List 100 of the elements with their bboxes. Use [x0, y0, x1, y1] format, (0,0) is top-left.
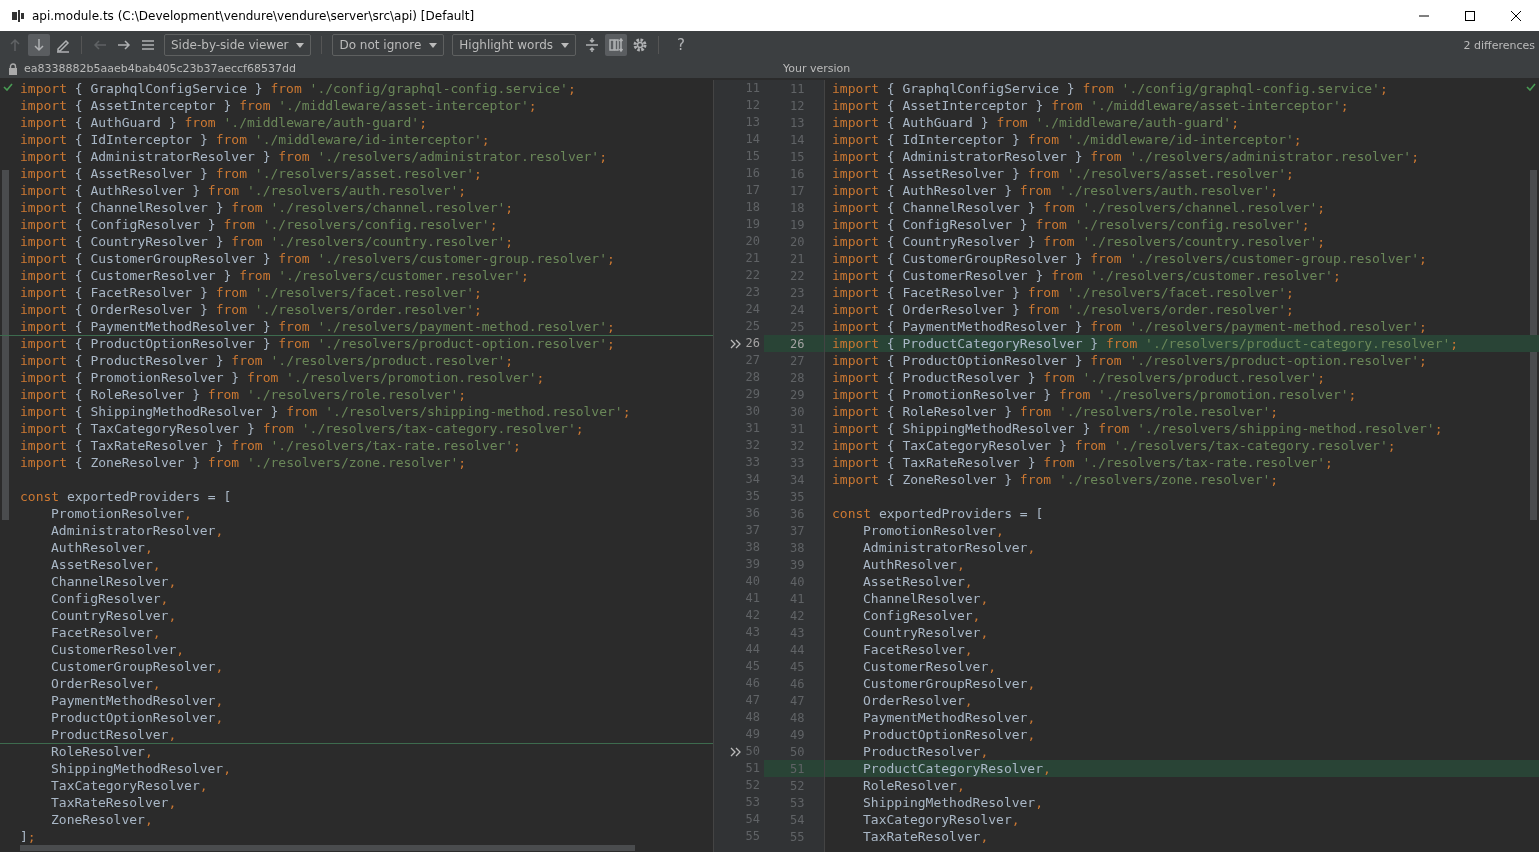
double-chevron-icon[interactable] — [729, 338, 741, 349]
side-by-side-icon — [608, 37, 625, 53]
code-line: import { AdministratorResolver } from './resolvers/administrator.resolver'; — [20, 149, 608, 164]
code-line: import { PromotionResolver } from './resolvers/promotion.resolver'; — [20, 370, 545, 385]
code-line: import { CountryResolver } from './resolvers/country.resolver'; — [832, 234, 1326, 249]
code-line: ProductResolver, — [862, 744, 989, 759]
scrollbar[interactable] — [2, 170, 9, 520]
dropdown[interactable]: Do not ignore — [332, 34, 445, 56]
code-line: ShippingMethodResolver, — [862, 795, 1043, 810]
difference-count: 2 differences — [1463, 38, 1535, 52]
code-line: CustomerGroupResolver, — [50, 659, 224, 674]
code-line: import { RoleResolver } from './resolvers/role.resolver'; — [20, 387, 467, 402]
code-line: RoleResolver, — [862, 778, 965, 793]
code-line: ProductResolver, — [50, 727, 177, 742]
code-line: import { ProductResolver } from './resolvers/product.resolver'; — [20, 353, 514, 368]
pane-title: Your version — [783, 62, 851, 75]
code-line: import { PaymentMethodResolver } from './resolvers/payment-method.resolver'; — [20, 319, 615, 334]
code-line: import { FacetResolver } from './resolvers/facet.resolver'; — [20, 285, 482, 300]
line-number: 26 — [745, 335, 760, 352]
code-line: CustomerGroupResolver, — [862, 676, 1036, 691]
code-line: import { CountryResolver } from './resolvers/country.resolver'; — [20, 234, 514, 249]
code-line: ConfigResolver, — [50, 591, 169, 606]
code-line: import { TaxRateResolver } from './resolvers/tax-rate.resolver'; — [832, 455, 1333, 470]
code-line: import { AuthResolver } from './resolvers/auth.resolver'; — [832, 183, 1279, 198]
code-line: TaxRateResolver, — [50, 795, 177, 810]
code-line: import { IdInterceptor } from './middleware/id-interceptor'; — [20, 132, 490, 147]
code-line: import { PromotionResolver } from './resolvers/promotion.resolver'; — [832, 387, 1357, 402]
code-line: const exportedProviders = [ — [20, 489, 232, 504]
code-line: import { AssetInterceptor } from './middleware/asset-interceptor'; — [832, 98, 1349, 113]
code-line: import { ProductCategoryResolver } from './resolvers/product-category.resolver'; — [832, 336, 1459, 351]
code-line: import { CustomerGroupResolver } from './resolvers/customer-group.resolver'; — [832, 251, 1427, 266]
code-line: import { ProductOptionResolver } from './resolvers/product-option.resolver'; — [20, 336, 615, 351]
code-line: OrderResolver, — [862, 693, 973, 708]
code-line: import { ProductResolver } from './resolvers/product.resolver'; — [832, 370, 1326, 385]
code-line: ProductCategoryResolver, — [862, 761, 1051, 776]
code-line: import { IdInterceptor } from './middleware/id-interceptor'; — [832, 132, 1302, 147]
code-line: import { ConfigResolver } from './resolvers/config.resolver'; — [832, 217, 1310, 232]
code-line: import { TaxCategoryResolver } from './resolvers/tax-category.resolver'; — [832, 438, 1396, 453]
side-by-side-button[interactable] — [605, 34, 628, 56]
window-title: api.module.ts (C:\Development\vendure\vendure\server\src\api) [Default] — [32, 8, 476, 23]
code-line: import { ConfigResolver } from './resolvers/config.resolver'; — [20, 217, 498, 232]
code-line: import { ShippingMethodResolver } from './resolvers/shipping-method.resolver'; — [20, 404, 631, 419]
caret-icon — [561, 42, 570, 48]
code-line: PaymentMethodResolver, — [862, 710, 1036, 725]
code-line: import { OrderResolver } from './resolvers/order.resolver'; — [832, 302, 1294, 317]
code-line: ProductOptionResolver, — [50, 710, 224, 725]
help-button[interactable]: ? — [670, 34, 693, 56]
code-line: import { ZoneResolver } from './resolvers/zone.resolver'; — [832, 472, 1279, 487]
code-line: AuthResolver, — [50, 540, 153, 555]
code-line: import { AuthGuard } from './middleware/auth-guard'; — [20, 115, 427, 130]
double-chevron-icon[interactable] — [729, 746, 741, 757]
code-line: ShippingMethodResolver, — [50, 761, 231, 776]
code-line: import { CustomerResolver } from './resolvers/customer.resolver'; — [832, 268, 1341, 283]
code-line: AssetResolver, — [862, 574, 973, 589]
code-line: import { AdministratorResolver } from './resolvers/administrator.resolver'; — [832, 149, 1420, 164]
check-icon — [3, 83, 13, 91]
code-line: ChannelResolver, — [50, 574, 177, 589]
caret-icon — [296, 42, 305, 48]
code-line: import { AssetInterceptor } from './middleware/asset-interceptor'; — [20, 98, 537, 113]
code-line: PromotionResolver, — [862, 523, 1004, 538]
code-line: ZoneResolver, — [50, 812, 153, 827]
caret-icon — [429, 42, 438, 48]
code-line: import { AuthGuard } from './middleware/auth-guard'; — [832, 115, 1239, 130]
code-line: AssetResolver, — [50, 557, 161, 572]
check-icon — [1526, 83, 1536, 91]
code-line: CountryResolver, — [862, 625, 989, 640]
code-line: import { GraphqlConfigService } from './config/graphql-config.service'; — [832, 81, 1388, 96]
code-line: ProductOptionResolver, — [862, 727, 1036, 742]
app-icon — [12, 9, 24, 22]
code-line: import { RoleResolver } from './resolvers/role.resolver'; — [832, 404, 1279, 419]
code-line: ]; — [20, 829, 36, 844]
dropdown[interactable]: Highlight words — [452, 34, 577, 56]
scrollbar[interactable] — [20, 845, 635, 851]
code-line: import { PaymentMethodResolver } from './resolvers/payment-method.resolver'; — [832, 319, 1427, 334]
code-line: AdministratorResolver, — [862, 540, 1036, 555]
code-line: AdministratorResolver, — [50, 523, 224, 538]
code-line: RoleResolver, — [50, 744, 153, 759]
down-arrow-button[interactable] — [28, 34, 50, 56]
code-line: AuthResolver, — [862, 557, 965, 572]
code-line: import { ChannelResolver } from './resolvers/channel.resolver'; — [20, 200, 514, 215]
code-line: import { ZoneResolver } from './resolvers/zone.resolver'; — [20, 455, 467, 470]
code-line: CustomerResolver, — [862, 659, 997, 674]
line-number: 26 — [790, 337, 805, 351]
revision-hash: ea8338882b5aaeb4bab405c23b37aeccf68537dd — [24, 62, 296, 75]
code-line: OrderResolver, — [50, 676, 161, 691]
dropdown[interactable]: Side-by-side viewer — [164, 34, 312, 56]
scrollbar[interactable] — [1530, 170, 1537, 520]
code-line: FacetResolver, — [862, 642, 973, 657]
settings-icon — [632, 37, 649, 53]
maximize-icon — [1465, 10, 1475, 21]
list-icon — [140, 37, 156, 53]
code-line: import { GraphqlConfigService } from './config/graphql-config.service'; — [20, 81, 576, 96]
code-line: import { OrderResolver } from './resolvers/order.resolver'; — [20, 302, 482, 317]
lock-icon — [8, 62, 18, 75]
code-line: PaymentMethodResolver, — [50, 693, 224, 708]
code-line: import { ShippingMethodResolver } from './resolvers/shipping-method.resolver'; — [832, 421, 1443, 436]
code-line: import { TaxCategoryResolver } from './resolvers/tax-category.resolver'; — [20, 421, 584, 436]
code-line: PromotionResolver, — [50, 506, 192, 521]
code-line: import { ChannelResolver } from './resolvers/channel.resolver'; — [832, 200, 1326, 215]
code-line: TaxCategoryResolver, — [862, 812, 1020, 827]
